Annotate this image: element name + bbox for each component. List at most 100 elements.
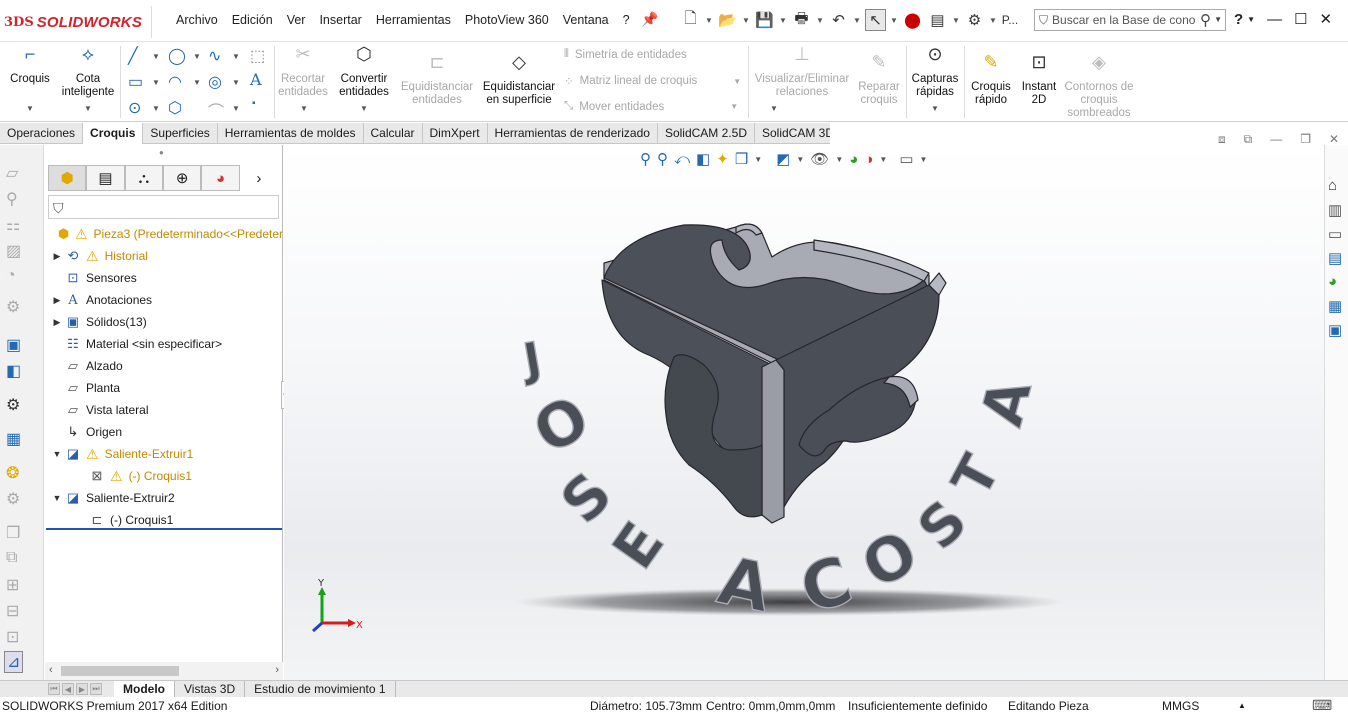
menu-ventana[interactable]: Ventana (563, 13, 609, 27)
menu-insertar[interactable]: Insertar (319, 13, 361, 27)
new-document-icon[interactable]: 🗋 (680, 9, 701, 31)
tree-item-sensores[interactable]: ⊡ Sensores (45, 267, 283, 289)
croquis-button[interactable]: ⌐ Croquis (6, 45, 54, 86)
table-icon[interactable]: ▦ (6, 429, 21, 449)
construction-icon[interactable]: ⬚ (250, 46, 265, 66)
cota-inteligente-button[interactable]: ⟡ Cota inteligente (58, 45, 118, 99)
view-palette-icon[interactable]: ▤ (1328, 249, 1342, 267)
convertir-button[interactable]: ⬡ Convertir entidades (336, 45, 392, 99)
search-input[interactable]: ⛉ Buscar en la Base de cono ⚲ ▼ (1034, 9, 1226, 31)
tree-item-croquis1-a[interactable]: ⊠ ⚠ (-) Croquis1 (45, 465, 283, 487)
view-icon[interactable]: ◔ (6, 267, 16, 285)
chevron-down-icon[interactable]: ▼ (232, 78, 240, 87)
array-icon[interactable]: ⊞ (6, 575, 19, 595)
first-tab-icon[interactable]: ⏮ (48, 683, 60, 695)
chevron-down-icon[interactable]: ▼ (989, 9, 997, 31)
units-selector[interactable]: MMGS (1162, 699, 1199, 713)
offset-circle-icon[interactable]: ◎ (208, 72, 222, 92)
options-icon[interactable]: ⚙ (6, 489, 20, 509)
chevron-down-icon[interactable]: ▼ (232, 52, 240, 61)
appearances-icon[interactable]: ◕ (1328, 273, 1337, 290)
recortar-button[interactable]: ✂ Recortar entidades (276, 45, 330, 99)
text-icon[interactable]: A (250, 70, 262, 89)
display-icon[interactable]: ▣ (6, 335, 21, 355)
equidistanciar-button[interactable]: ⊏ Equidistanciar entidades (396, 53, 478, 107)
chevron-down-icon[interactable]: ▼ (1247, 15, 1255, 24)
arc-icon[interactable]: ◠ (168, 72, 182, 92)
tree-item-vista-lateral[interactable]: ▱ Vista lateral (45, 399, 283, 421)
save-icon[interactable]: 💾 (754, 9, 775, 31)
group-icon[interactable]: ⧉ (6, 549, 17, 567)
circle-icon[interactable]: ◯ (168, 46, 186, 66)
chevron-down-icon[interactable]: ▼ (152, 52, 160, 61)
tab-vistas-3d[interactable]: Vistas 3D (175, 681, 246, 697)
prev-tab-icon[interactable]: ◀ (62, 683, 74, 695)
tree-item-material[interactable]: ☷ Material <sin especificar> (45, 333, 283, 355)
chevron-down-icon[interactable]: ▼ (26, 104, 34, 113)
clip-icon[interactable]: ⚲ (6, 189, 18, 209)
fillet-icon[interactable]: ⌒ (208, 98, 224, 122)
tree-item-origen[interactable]: ↳ Origen (45, 421, 283, 443)
tab-renderizado[interactable]: Herramientas de renderizado (488, 123, 658, 144)
menu-edicion[interactable]: Edición (232, 13, 273, 27)
maximize-button[interactable]: ☐ (1294, 10, 1307, 28)
chevron-down-icon[interactable]: ▼ (705, 9, 713, 31)
select-pointer-icon[interactable]: ↖ (865, 9, 886, 31)
simetria-button[interactable]: ⫴ Simetría de entidades (564, 48, 687, 61)
chevron-down-icon[interactable]: ▼ (952, 9, 960, 31)
polygon-icon[interactable]: ⬡ (168, 98, 182, 118)
mover-button[interactable]: ⤡ Mover entidades ▼ (564, 100, 738, 113)
chevron-down-icon[interactable]: ▼ (730, 102, 738, 111)
tab-dimxpert[interactable]: DimXpert (423, 123, 488, 144)
undo-icon[interactable]: ↶ (828, 9, 849, 31)
menu-help[interactable]: ? (623, 13, 630, 27)
next-tab-icon[interactable]: ▶ (76, 683, 88, 695)
copy-icon[interactable]: ❐ (6, 523, 20, 543)
feature-tree-tab-icon[interactable]: ⬢ (48, 165, 87, 191)
color-icon[interactable]: ◧ (6, 361, 21, 381)
line-icon[interactable]: ╱ (128, 46, 138, 66)
tree-item-planta[interactable]: ▱ Planta (45, 377, 283, 399)
chevron-down-icon[interactable]: ▼ (853, 9, 861, 31)
tree-root[interactable]: ⬢ ⚠ Pieza3 (Predeterminado<<Predeter (45, 223, 283, 245)
horizontal-scrollbar[interactable]: ‹ › (45, 662, 283, 680)
chevron-down-icon[interactable]: ▼ (890, 9, 898, 31)
chevron-down-icon[interactable]: ▼ (193, 52, 201, 61)
tree-filter-input[interactable]: ⛉ (48, 195, 279, 219)
customize-status-icon[interactable]: ⌨ (1312, 697, 1332, 714)
paint-icon[interactable]: ❂ (6, 463, 19, 483)
measure-icon[interactable]: ⊿ (4, 651, 24, 673)
sketch-tool-icon[interactable]: ▱ (6, 163, 18, 183)
chevron-down-icon[interactable]: ▼ (733, 77, 741, 86)
layer-icon[interactable]: ⊟ (6, 601, 19, 621)
chevron-down-icon[interactable]: ▼ (84, 104, 92, 113)
chevron-down-icon[interactable]: ▼ (152, 78, 160, 87)
help-button[interactable]: ? (1234, 11, 1243, 28)
mold-icon[interactable]: ⊡ (6, 627, 19, 647)
menu-ver[interactable]: Ver (287, 13, 306, 27)
reparar-croquis-button[interactable]: ✎ Reparar croquis (854, 53, 904, 107)
relations-icon[interactable]: ⚏ (6, 215, 20, 235)
croquis-rapido-button[interactable]: ✎ Croquis rápido (966, 53, 1016, 107)
tab-estudio-movimiento[interactable]: Estudio de movimiento 1 (245, 681, 396, 697)
chevron-down-icon[interactable]: ▼ (300, 104, 308, 113)
chevron-down-icon[interactable]: ▼ (779, 9, 787, 31)
dimxpert-tab-icon[interactable]: ⊕ (163, 165, 202, 191)
tab-solidcam-25d[interactable]: SolidCAM 2.5D (658, 123, 755, 144)
instant-2d-button[interactable]: ⊡ Instant 2D (1016, 53, 1062, 107)
tree-item-historial[interactable]: ▶ ⟲ ⚠ Historial (45, 245, 283, 267)
display-manager-tab-icon[interactable]: ◕ (201, 165, 240, 191)
gear-icon[interactable]: ⚙ (6, 395, 20, 415)
menu-archivo[interactable]: Archivo (176, 13, 218, 27)
design-library-icon[interactable]: ▥ (1328, 201, 1342, 219)
open-icon[interactable]: 📂 (717, 9, 738, 31)
scroll-right-icon[interactable]: › (275, 664, 279, 676)
last-tab-icon[interactable]: ⏭ (90, 683, 102, 695)
tab-calcular[interactable]: Calcular (364, 123, 423, 144)
expand-icon[interactable]: ▶ (51, 251, 63, 262)
chevron-down-icon[interactable]: ▼ (816, 9, 824, 31)
rollback-bar[interactable] (46, 528, 282, 530)
collapse-icon[interactable]: ▼ (51, 493, 63, 503)
chevron-down-icon[interactable]: ▼ (770, 104, 778, 113)
solidworks-logo[interactable]: 3DS SOLIDWORKS (4, 6, 152, 38)
